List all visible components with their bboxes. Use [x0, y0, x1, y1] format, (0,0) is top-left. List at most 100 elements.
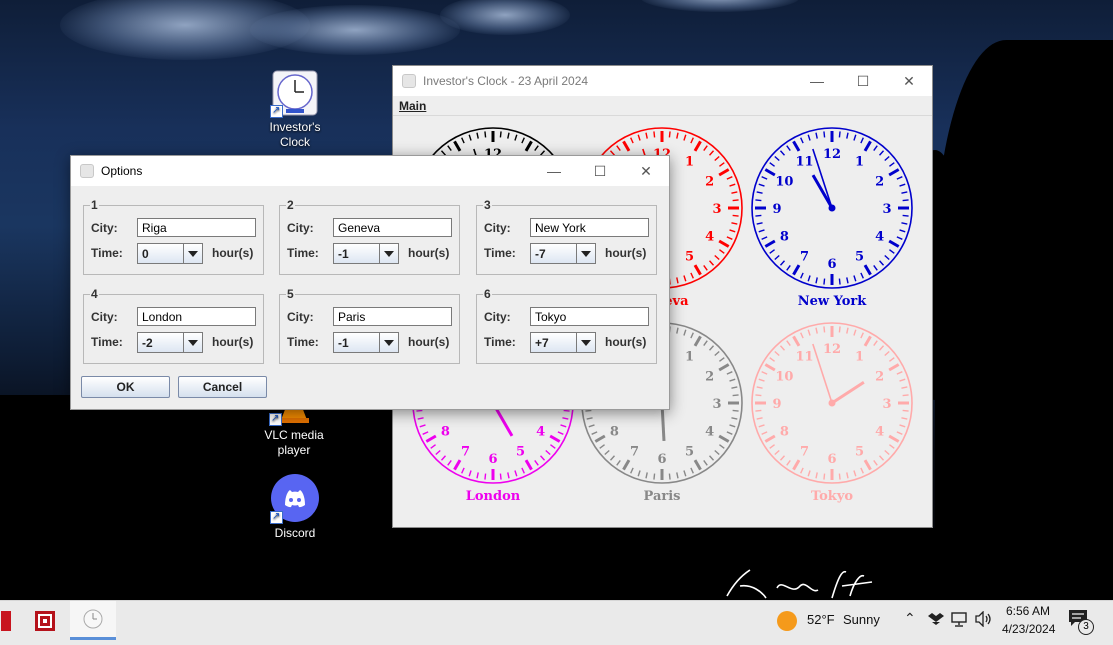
volume-icon[interactable] — [975, 611, 993, 627]
clock-tick — [786, 145, 791, 151]
city-input-6[interactable] — [530, 307, 649, 326]
maximize-button[interactable]: ☐ — [840, 66, 886, 96]
clock-numeral: 3 — [712, 397, 721, 412]
city-input-3[interactable] — [530, 218, 649, 237]
network-icon[interactable] — [951, 612, 969, 627]
taskbar-app-red-icon[interactable] — [0, 601, 14, 640]
clock-tick — [425, 434, 437, 443]
minimize-button[interactable]: — — [794, 66, 840, 96]
clock-tick — [545, 449, 551, 456]
time-offset-select-1[interactable]: 0 — [137, 243, 203, 264]
clock-tick — [416, 409, 423, 412]
weather-temperature[interactable]: 52°F — [807, 612, 835, 627]
clock-time[interactable]: 6:56 AM — [1006, 604, 1050, 618]
clock-tick — [792, 264, 801, 276]
clock-tick — [703, 145, 708, 151]
clock-tick — [823, 473, 826, 480]
cancel-button[interactable]: Cancel — [178, 376, 267, 398]
clock-tick — [786, 340, 791, 346]
city-label: City: — [484, 221, 511, 235]
clock-tick — [729, 378, 736, 382]
close-button[interactable]: ✕ — [623, 156, 669, 186]
clock-numeral: 4 — [875, 425, 884, 440]
clock-tick — [714, 350, 720, 357]
chevron-down-icon[interactable] — [379, 333, 398, 352]
options-titlebar[interactable]: Options — ☐ ✕ — [71, 156, 669, 186]
clock-tick — [756, 417, 763, 420]
clock-tick — [729, 424, 736, 428]
chevron-down-icon[interactable] — [576, 244, 595, 263]
clock-tick — [902, 199, 909, 202]
taskbar-app-filezilla-icon[interactable] — [24, 601, 66, 640]
clock-numeral: 7 — [630, 445, 639, 460]
clock-tick — [896, 236, 903, 240]
clock-tick — [853, 275, 857, 282]
city-label: City: — [287, 221, 314, 235]
time-offset-select-5[interactable]: -1 — [333, 332, 399, 353]
clock-tick — [703, 460, 708, 466]
taskbar-app-investors-clock[interactable] — [70, 601, 116, 640]
desktop-icon-label: Discord — [274, 526, 316, 540]
time-label: Time: — [484, 246, 516, 260]
discord-icon — [270, 474, 319, 524]
clock-tick — [873, 265, 878, 271]
time-offset-select-4[interactable]: -2 — [137, 332, 203, 353]
clock-window-titlebar[interactable]: Investor's Clock - 23 April 2024 — ☐ ✕ — [393, 66, 932, 96]
chevron-down-icon[interactable] — [183, 333, 202, 352]
signature-watermark — [726, 569, 873, 599]
maximize-button[interactable]: ☐ — [577, 156, 623, 186]
clock-tick — [476, 132, 479, 139]
clock-tick — [786, 265, 791, 271]
shortcut-arrow-icon — [270, 509, 283, 524]
city-input-1[interactable] — [137, 218, 256, 237]
desktop-icon-investors-clock[interactable]: Investor's Clock — [255, 70, 335, 150]
close-button[interactable]: ✕ — [886, 66, 932, 96]
city-input-2[interactable] — [333, 218, 452, 237]
clock-numeral: 5 — [855, 250, 864, 265]
time-offset-select-2[interactable]: -1 — [333, 243, 399, 264]
clock-tick — [718, 168, 730, 177]
clock-city-label: Tokyo — [811, 489, 853, 504]
ok-button[interactable]: OK — [81, 376, 170, 398]
city-label: City: — [91, 310, 118, 324]
clock-center-pin — [828, 399, 836, 407]
clock-tick — [422, 431, 429, 435]
chevron-down-icon[interactable] — [379, 244, 398, 263]
sun-weather-icon[interactable] — [776, 610, 798, 632]
clock-tick — [732, 409, 739, 412]
city-input-5[interactable] — [333, 307, 452, 326]
clock-tick — [653, 131, 656, 138]
clock-app-icon — [80, 164, 94, 178]
time-offset-value: -7 — [535, 246, 546, 261]
weather-condition[interactable]: Sunny — [843, 612, 880, 627]
clock-tick — [461, 137, 465, 144]
time-offset-select-6[interactable]: +7 — [530, 332, 596, 353]
desktop-icon-discord[interactable]: Discord — [255, 474, 335, 541]
clock-tick — [761, 431, 768, 435]
clock-tick — [719, 162, 725, 167]
minimize-button[interactable]: — — [531, 156, 577, 186]
time-offset-select-3[interactable]: -7 — [530, 243, 596, 264]
cloud-decoration — [250, 5, 460, 55]
clock-tick — [896, 431, 903, 435]
clock-tick — [616, 145, 621, 151]
chevron-down-icon[interactable] — [183, 244, 202, 263]
clock-tick — [726, 236, 733, 240]
menu-main[interactable]: Main — [399, 99, 426, 113]
chevron-up-icon[interactable]: ⌃ — [904, 610, 916, 627]
dropbox-icon[interactable] — [928, 612, 944, 626]
clock-date[interactable]: 4/23/2024 — [1002, 622, 1055, 636]
clock-tick — [896, 176, 903, 180]
time-label: Time: — [91, 246, 123, 260]
clock-tick — [430, 444, 436, 449]
clock-numeral: 9 — [772, 202, 781, 217]
clock-tick — [902, 214, 909, 217]
city-input-4[interactable] — [137, 307, 256, 326]
clock-tick — [756, 191, 763, 194]
clock-numeral: 2 — [875, 175, 884, 190]
notification-center-button[interactable]: 3 — [1068, 609, 1096, 637]
chevron-down-icon[interactable] — [576, 333, 595, 352]
clock-tick — [764, 168, 776, 177]
clock-tick — [484, 473, 487, 480]
clock-tick — [860, 272, 864, 279]
